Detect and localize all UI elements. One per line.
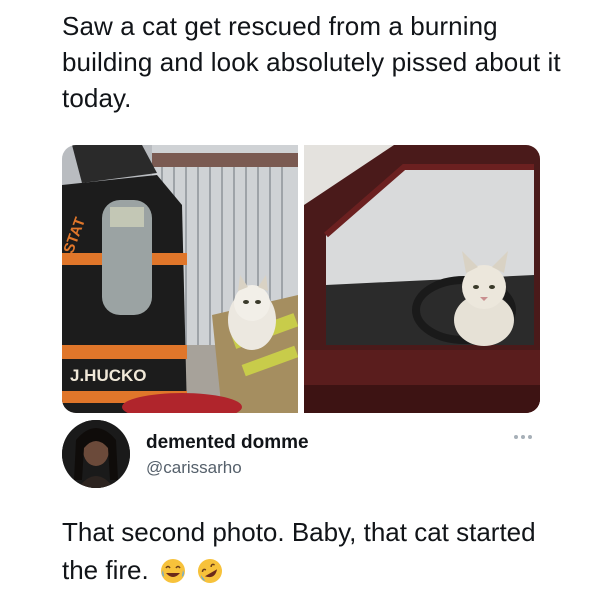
post-caption: Saw a cat get rescued from a burning bui… — [62, 11, 561, 113]
face-with-tears-of-joy-icon — [160, 559, 185, 583]
avatar[interactable] — [62, 420, 130, 488]
firefighter-photo-image: J.HUCKO STAT — [62, 145, 298, 413]
tweet-author-row[interactable]: demented domme @carissarho — [62, 420, 540, 490]
avatar-image — [62, 420, 130, 488]
rolling-on-floor-laughing-icon — [198, 559, 223, 583]
tweet-body: That second photo. Baby, that cat starte… — [62, 513, 562, 589]
photo-cat-in-car[interactable] — [304, 145, 540, 413]
cat-in-car-photo-image — [304, 145, 540, 413]
more-options-icon[interactable] — [514, 432, 536, 442]
author-display-name[interactable]: demented domme — [146, 432, 309, 454]
photo-firefighter-rescue[interactable]: J.HUCKO STAT — [62, 145, 298, 413]
photo-grid[interactable]: J.HUCKO STAT — [62, 145, 540, 413]
author-handle[interactable]: @carissarho — [146, 458, 242, 478]
svg-text:J.HUCKO: J.HUCKO — [70, 366, 147, 385]
tweet-body-text: That second photo. Baby, that cat starte… — [62, 517, 536, 585]
